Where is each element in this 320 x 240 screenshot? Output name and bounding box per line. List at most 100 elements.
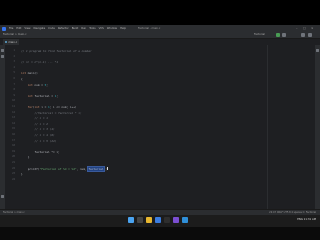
menu-view[interactable]: View [24, 27, 30, 30]
tab-label: main.c [8, 40, 18, 44]
code-line[interactable]: 11 for(int i = 1; i <= num; i++) [5, 105, 315, 110]
toolbar: Factorial > main.c Factorial [0, 32, 320, 39]
breadcrumb[interactable]: Factorial > main.c [3, 33, 27, 36]
line-number: 8 [13, 88, 15, 92]
code-line[interactable]: 10 [5, 99, 315, 104]
menu-help[interactable]: Help [120, 27, 126, 30]
line-number: 15 [12, 127, 15, 131]
code-text: printf("Factorial of %d = %d", num, fact… [21, 165, 108, 172]
code-line[interactable]: 2 [5, 55, 315, 60]
menu-edit[interactable]: Edit [16, 27, 21, 30]
menu-tools[interactable]: Tools [89, 27, 95, 30]
status-breadcrumb[interactable]: Factorial > main.c [3, 211, 25, 214]
line-number: 23 [12, 172, 15, 176]
code-line[interactable]: 24 [5, 178, 315, 183]
c-file-icon [5, 40, 8, 44]
search-icon[interactable] [137, 217, 143, 223]
code-line[interactable]: 1 // C program to find factorial of a num… [5, 49, 315, 54]
line-number: 18 [12, 144, 15, 148]
code-line[interactable]: 15 // i = 3 (4) [5, 127, 315, 132]
code-line[interactable]: 6{ [5, 77, 315, 82]
code-text: { [21, 77, 23, 81]
code-editor[interactable]: 1 // C program to find factorial of a num… [5, 45, 315, 209]
code-line[interactable]: 19 factorial *= i; [5, 150, 315, 155]
store-icon[interactable] [182, 217, 188, 223]
menu-run[interactable]: Run [81, 27, 86, 30]
notifications-icon[interactable] [316, 49, 319, 52]
line-number: 5 [13, 71, 15, 75]
code-text: // C program to find factorial of a numb… [21, 49, 92, 53]
settings-icon[interactable] [308, 32, 312, 37]
code-line[interactable]: 7 int num = 5; [5, 83, 315, 88]
line-number: 16 [12, 133, 15, 136]
line-number: 7 [13, 82, 15, 86]
line-number: 17 [12, 138, 15, 142]
menu-vcs[interactable]: VCS [99, 27, 104, 30]
menu-bar: File Edit View Navigate Code Refactor Bu… [0, 25, 320, 32]
system-tray[interactable]: ENG 11:31 AM [297, 218, 316, 221]
debug-icon[interactable] [282, 32, 286, 37]
menu-navigate[interactable]: Navigate [34, 27, 46, 30]
line-number: 3 [13, 60, 15, 64]
line-number: 12 [12, 110, 15, 114]
menu-code[interactable]: Code [48, 27, 55, 30]
minimize-icon[interactable]: – [296, 26, 298, 30]
code-line[interactable]: 3 // n! = n*(n-1) ... *1 [5, 60, 315, 65]
code-text: int factorial = 1; [27, 93, 59, 98]
code-line[interactable]: 8 [5, 88, 315, 93]
project-icon[interactable] [1, 49, 4, 52]
line-number: 21 [12, 161, 15, 164]
code-text: // i = 4 (6) [34, 133, 55, 137]
code-text: factorial *= i; [21, 149, 60, 154]
menu-window[interactable]: Window [107, 27, 117, 30]
right-tool-strip [315, 45, 320, 209]
window-title: Factorial - main.c [138, 26, 161, 30]
windows-taskbar: ENG 11:31 AM [0, 215, 320, 240]
file-explorer-icon[interactable] [146, 217, 152, 223]
line-number: 9 [13, 93, 15, 97]
terminal-app-icon[interactable] [164, 217, 170, 223]
start-icon[interactable] [128, 217, 134, 223]
code-line[interactable]: 21 [5, 161, 315, 166]
code-line[interactable]: 17 // i = 5 (24) [5, 139, 315, 144]
search-icon[interactable] [301, 32, 305, 37]
code-line[interactable]: 14 // i = 2 [5, 122, 315, 127]
ide-logo-icon[interactable] [2, 26, 6, 31]
ide-app-icon[interactable] [173, 217, 179, 223]
line-number: 11 [12, 105, 15, 108]
code-text: // i = 3 (4) [34, 127, 55, 132]
code-text: //factorial = factorial * i; [34, 110, 82, 115]
line-number: 13 [12, 116, 15, 120]
code-line[interactable]: 16 // i = 4 (6) [5, 133, 315, 138]
terminal-icon[interactable] [1, 195, 4, 198]
line-number: 2 [13, 54, 15, 58]
line-number: 1 [13, 49, 15, 52]
code-line[interactable]: 20 } [5, 155, 315, 160]
code-line[interactable]: 4 [5, 66, 315, 71]
line-number: 22 [12, 166, 15, 170]
code-line[interactable]: 9 int factorial = 1; [5, 94, 315, 99]
run-config-select[interactable]: Factorial [254, 33, 265, 36]
code-text: int num = 5; [27, 82, 48, 87]
code-line[interactable]: 13 // i = 1 [5, 116, 315, 121]
line-number: 20 [12, 155, 15, 159]
code-text: // i = 2 [34, 121, 48, 126]
maximize-icon[interactable]: □ [303, 26, 306, 30]
code-line[interactable]: 12 //factorial = factorial * i; [5, 111, 315, 116]
code-line[interactable]: 5 int main() [5, 71, 315, 76]
menu-build[interactable]: Build [72, 27, 79, 30]
menu-refactor[interactable]: Refactor [58, 27, 69, 30]
structure-icon[interactable] [1, 55, 4, 58]
code-line[interactable]: 18 [5, 144, 315, 149]
code-line[interactable]: 22 printf("Factorial of %d = %d", num, f… [5, 165, 315, 172]
line-number: 24 [12, 177, 15, 181]
line-number: 19 [12, 149, 15, 153]
code-text: // i = 5 (24) [34, 138, 57, 143]
browser-icon[interactable] [155, 217, 161, 223]
run-icon[interactable] [276, 32, 280, 37]
line-number: 6 [13, 77, 15, 80]
status-info[interactable]: 22:47 CRLF UTF-8 4 spaces C: Factorial [269, 211, 316, 214]
code-line[interactable]: 23} [5, 172, 315, 177]
menu-file[interactable]: File [9, 27, 13, 30]
close-icon[interactable]: × [311, 26, 314, 30]
